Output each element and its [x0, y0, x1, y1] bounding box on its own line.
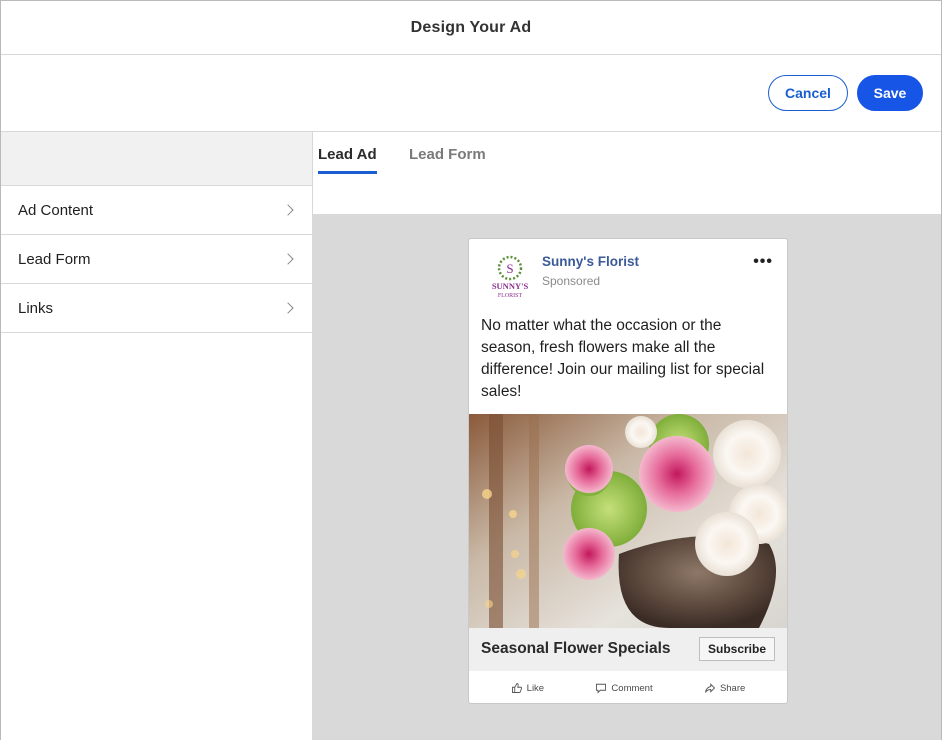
flower-bouquet-image	[469, 414, 787, 628]
thumbs-up-icon	[511, 683, 522, 693]
cta-row: Seasonal Flower Specials Subscribe	[469, 628, 787, 671]
sidebar-item-label: Lead Form	[18, 250, 91, 268]
florist-logo: S SUNNY'S FLORIST	[487, 251, 533, 299]
ad-headline: Seasonal Flower Specials	[481, 640, 671, 657]
sidebar-item-lead-form[interactable]: Lead Form	[1, 235, 312, 284]
like-label: Like	[526, 682, 545, 694]
tab-lead-ad[interactable]: Lead Ad	[318, 146, 377, 174]
ad-preview-area: S SUNNY'S FLORIST Sunny's Florist Sponso…	[313, 214, 941, 740]
design-ad-dialog: Design Your Ad Cancel Save Ad Content Le…	[0, 0, 942, 740]
chevron-right-icon	[282, 302, 294, 314]
share-button[interactable]: Share	[704, 682, 745, 694]
comment-icon	[596, 683, 607, 694]
share-label: Share	[719, 682, 746, 694]
tab-lead-form[interactable]: Lead Form	[409, 146, 486, 171]
logo-monogram: S	[506, 261, 513, 276]
tab-bar: Lead Ad Lead Form	[313, 132, 941, 214]
chevron-right-icon	[282, 204, 294, 216]
ad-preview-card: S SUNNY'S FLORIST Sunny's Florist Sponso…	[468, 238, 788, 704]
more-options-icon[interactable]: •••	[753, 253, 773, 271]
sidebar-item-links[interactable]: Links	[1, 284, 312, 333]
sidebar-item-label: Links	[18, 299, 54, 317]
comment-button[interactable]: Comment	[595, 682, 653, 694]
sidebar: Ad Content Lead Form Links	[1, 132, 313, 740]
reaction-bar: Like Comment Share	[469, 671, 787, 703]
sidebar-item-ad-content[interactable]: Ad Content	[1, 186, 312, 235]
page-name-link[interactable]: Sunny's Florist	[542, 254, 639, 269]
main-content: Lead Ad Lead Form S SUNNY'S FLORIST Sunn…	[313, 132, 941, 740]
chevron-right-icon	[282, 253, 294, 265]
like-button[interactable]: Like	[511, 682, 544, 694]
ad-body-text: No matter what the occasion or the seaso…	[481, 317, 765, 400]
sidebar-item-label: Ad Content	[18, 201, 94, 219]
sponsored-label: Sponsored	[542, 274, 601, 288]
cancel-button[interactable]: Cancel	[768, 75, 848, 111]
logo-text-line2: FLORIST	[498, 293, 523, 299]
subscribe-button[interactable]: Subscribe	[699, 637, 775, 661]
sidebar-header	[1, 132, 312, 186]
logo-text-line1: SUNNY'S	[492, 281, 529, 291]
comment-label: Comment	[611, 682, 653, 694]
title-bar: Design Your Ad	[1, 1, 941, 55]
share-icon	[704, 683, 716, 693]
action-bar: Cancel Save	[1, 55, 941, 132]
page-title: Design Your Ad	[410, 18, 532, 36]
save-button[interactable]: Save	[857, 75, 923, 111]
ad-header: S SUNNY'S FLORIST Sunny's Florist Sponso…	[469, 239, 787, 305]
